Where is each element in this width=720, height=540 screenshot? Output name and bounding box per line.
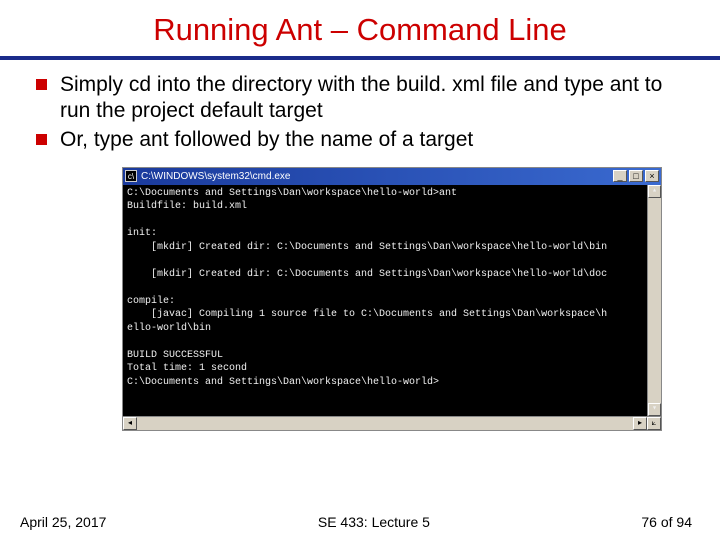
bullet-list: Simply cd into the directory with the bu… (36, 72, 684, 153)
terminal-line: [javac] Compiling 1 source file to C:\Do… (127, 309, 607, 320)
footer-course: SE 433: Lecture 5 (318, 514, 430, 530)
scroll-left-icon[interactable]: ◂ (123, 417, 137, 430)
terminal-title-text: C:\WINDOWS\system32\cmd.exe (141, 171, 611, 182)
terminal-line: C:\Documents and Settings\Dan\workspace\… (127, 377, 439, 388)
bullet-item: Simply cd into the directory with the bu… (36, 72, 684, 125)
horizontal-scrollbar[interactable]: ◂ ▸ ⟀ (122, 417, 662, 431)
resize-grip-icon[interactable]: ⟀ (647, 417, 661, 430)
scroll-right-icon[interactable]: ▸ (633, 417, 647, 430)
terminal-line: BUILD SUCCESSFUL (127, 350, 223, 361)
cmd-icon: c\ (125, 170, 137, 182)
terminal-line: Total time: 1 second (127, 363, 247, 374)
terminal-body: C:\Documents and Settings\Dan\workspace\… (122, 185, 662, 417)
terminal-line: C:\Documents and Settings\Dan\workspace\… (127, 188, 457, 199)
terminal-line: init: (127, 228, 157, 239)
slide-footer: April 25, 2017 SE 433: Lecture 5 76 of 9… (0, 514, 720, 530)
minimize-button[interactable]: _ (613, 170, 627, 182)
terminal-line: Buildfile: build.xml (127, 201, 247, 212)
vertical-scrollbar[interactable]: ▴ ▾ (647, 185, 661, 416)
scroll-down-icon[interactable]: ▾ (648, 403, 661, 416)
terminal-titlebar: c\ C:\WINDOWS\system32\cmd.exe _ □ × (122, 167, 662, 185)
terminal-line: compile: (127, 296, 175, 307)
maximize-button[interactable]: □ (629, 170, 643, 182)
terminal-line: ello-world\bin (127, 323, 211, 334)
terminal-window: c\ C:\WINDOWS\system32\cmd.exe _ □ × C:\… (122, 167, 662, 431)
footer-page: 76 of 94 (641, 514, 692, 530)
scroll-up-icon[interactable]: ▴ (648, 185, 661, 198)
bullet-item: Or, type ant followed by the name of a t… (36, 127, 684, 153)
terminal-line: [mkdir] Created dir: C:\Documents and Se… (127, 242, 607, 253)
slide-title: Running Ant – Command Line (0, 0, 720, 56)
content-area: Simply cd into the directory with the bu… (0, 60, 720, 431)
terminal-line: [mkdir] Created dir: C:\Documents and Se… (127, 269, 607, 280)
close-button[interactable]: × (645, 170, 659, 182)
footer-date: April 25, 2017 (20, 514, 106, 530)
